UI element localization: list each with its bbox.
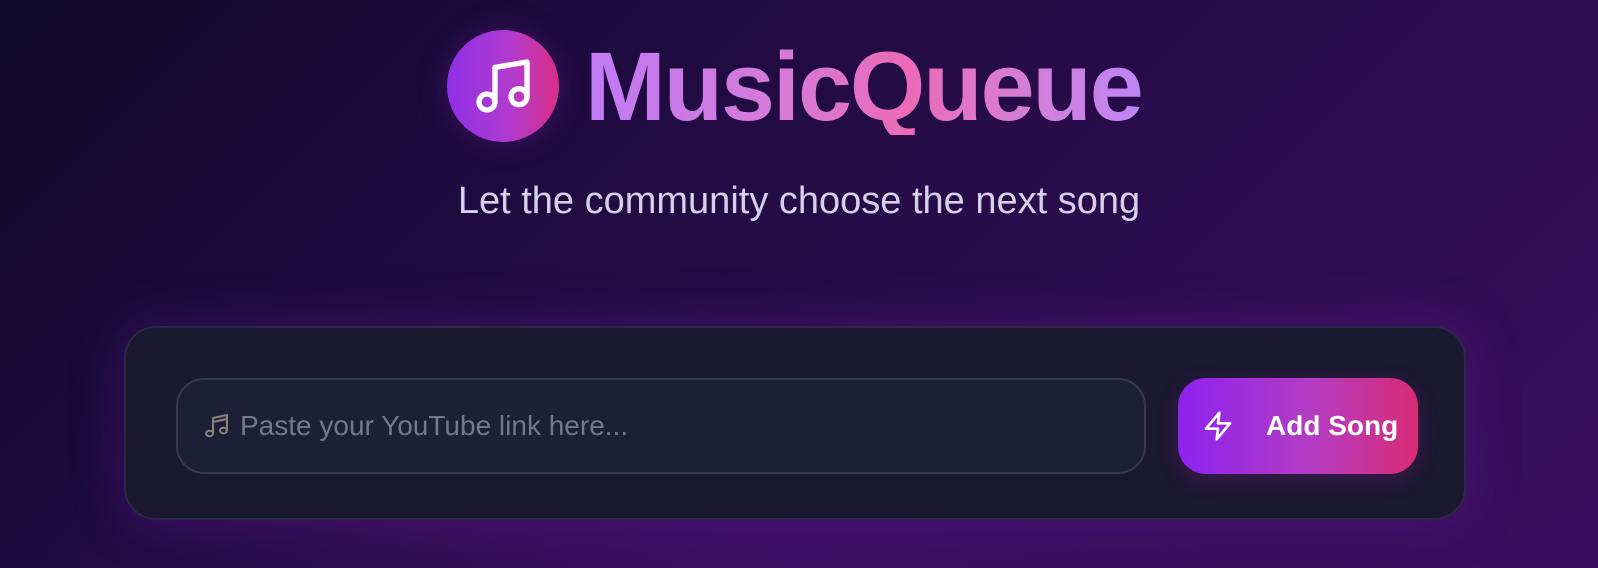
lightning-bolt-icon bbox=[1204, 411, 1232, 441]
add-song-card: Add Song bbox=[124, 326, 1466, 520]
page-header: MusicQueue Let the community choose the … bbox=[0, 0, 1598, 260]
music-note-icon bbox=[476, 59, 530, 113]
youtube-link-input[interactable] bbox=[240, 396, 1144, 456]
youtube-link-field[interactable] bbox=[176, 378, 1146, 474]
tagline: Let the community choose the next song bbox=[457, 180, 1141, 222]
add-song-button[interactable]: Add Song bbox=[1178, 378, 1418, 474]
brand: MusicQueue bbox=[447, 28, 1144, 144]
music-notes-icon bbox=[205, 414, 228, 438]
add-song-button-label: Add Song bbox=[1266, 410, 1399, 441]
app-title: MusicQueue bbox=[585, 31, 1144, 141]
app-logo bbox=[447, 30, 559, 142]
